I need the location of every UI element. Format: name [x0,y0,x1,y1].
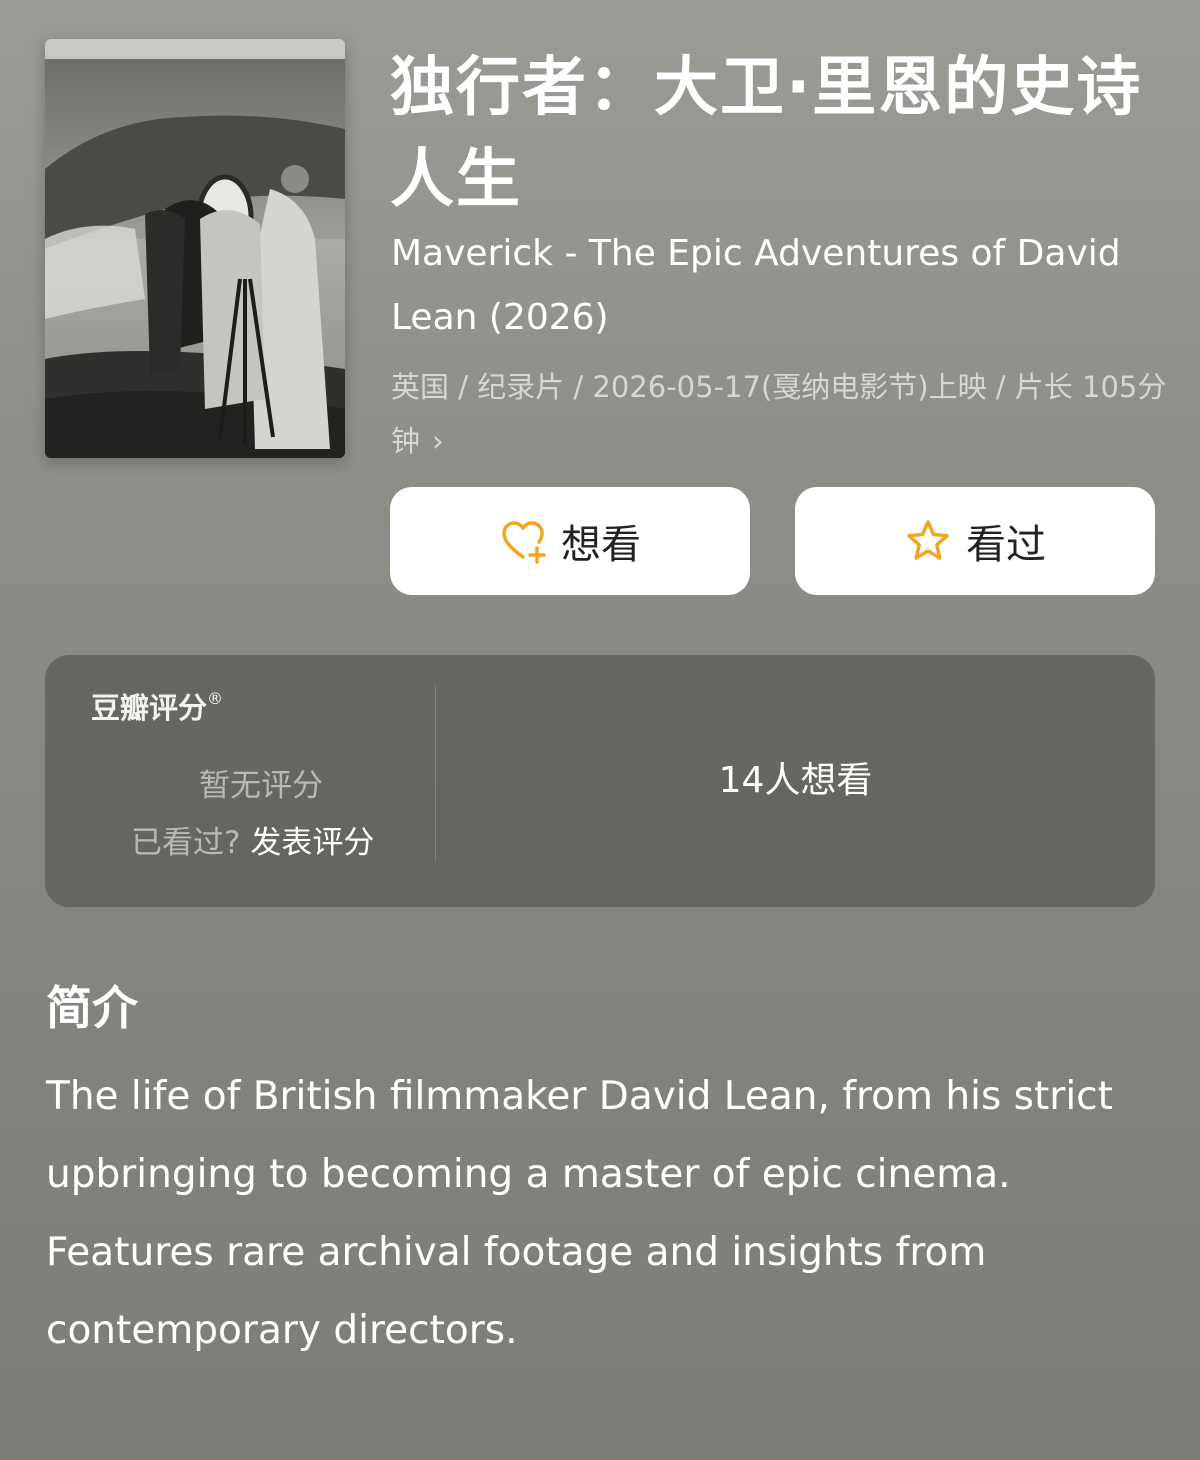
wish-count[interactable]: 14人想看 [436,751,1155,803]
no-rating-text: 暂无评分 [199,768,323,804]
wish-button-label: 想看 [561,522,641,568]
original-title: Maverick - The Epic Adventures of David … [391,233,1121,338]
meta-text: 英国 / 纪录片 / 2026-05-17(戛纳电影节)上映 / 片长 105分… [391,370,1167,458]
chevron-right-icon: › [432,424,444,458]
intro-text: The life of British filmmaker David Lean… [46,1074,1113,1353]
rate-prompt: 已看过? 发表评分 [131,817,374,862]
wish-button[interactable]: 想看 [390,487,750,595]
seen-button-label: 看过 [966,522,1046,568]
movie-meta-info[interactable]: 英国 / 纪录片 / 2026-05-17(戛纳电影节)上映 / 片长 105分… [391,360,1171,468]
intro-heading: 简介 [46,981,138,1035]
movie-title: 独行者：大卫·里恩的史诗人生 [390,51,1143,217]
poster-image [45,39,345,458]
rating-brand: 豆瓣评分® [91,689,224,725]
rating-card: 豆瓣评分® 暂无评分 已看过? 发表评分 14人想看 [45,655,1155,907]
rate-button[interactable]: 发表评分 [250,825,374,861]
heart-plus-icon [502,521,546,564]
watched-prompt: 已看过? [131,825,241,861]
registered-mark: ® [207,689,224,708]
star-icon [907,520,949,560]
movie-poster[interactable] [45,39,345,458]
seen-button[interactable]: 看过 [795,487,1155,595]
